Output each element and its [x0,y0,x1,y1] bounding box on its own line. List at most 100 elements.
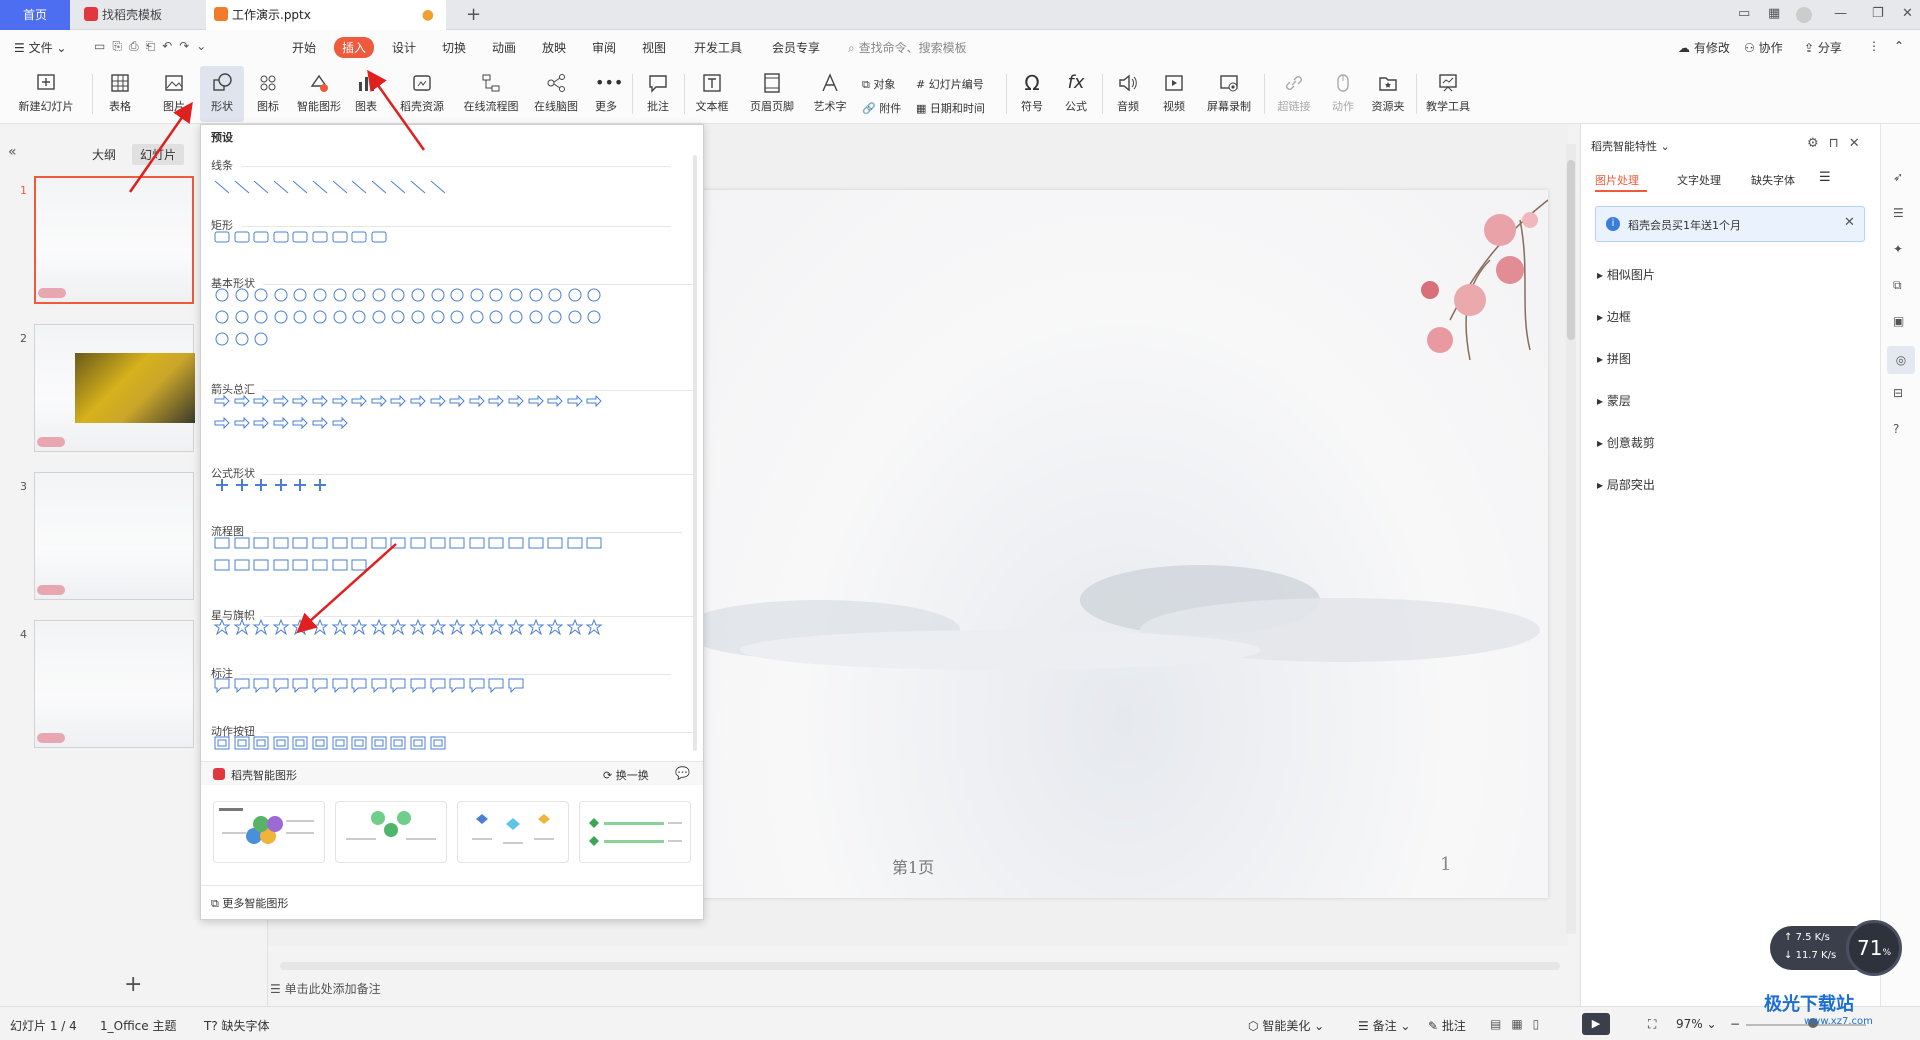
basic-shape-icon[interactable] [566,309,584,325]
line-shape-icon[interactable] [311,179,329,195]
star-shape-icon[interactable] [389,619,407,635]
flow-shape-icon[interactable] [389,535,407,551]
tab-text-processing[interactable]: 文字处理 [1677,172,1721,188]
slide-canvas[interactable]: 第1页 1 [700,190,1548,898]
docer-resource-button[interactable]: 稻壳资源 [396,66,448,122]
star-shape-icon[interactable] [331,619,349,635]
smart-shape-button[interactable]: 智能图形 [292,66,346,122]
view-switcher[interactable]: ▤▦▯ [1490,1017,1549,1031]
location-icon[interactable]: ◎ [1887,346,1915,374]
flow-shape-icon[interactable] [272,535,290,551]
item-border[interactable]: ▸ 边框 [1597,308,1631,325]
sliders-icon[interactable]: ☰ [1893,206,1909,222]
datetime-button[interactable]: ▦ 日期和时间 [916,100,985,116]
arrow-shape-icon[interactable] [468,393,486,409]
star-shape-icon[interactable] [487,619,505,635]
line-shape-icon[interactable] [429,179,447,195]
basic-shape-icon[interactable] [409,309,427,325]
book-icon[interactable]: ⊟ [1893,386,1909,402]
panel-controls[interactable]: ⚙⊓✕ [1807,136,1870,151]
layout-icon[interactable]: ▭ [1738,6,1750,21]
scrollbar-thumb[interactable] [1567,160,1575,340]
vertical-scrollbar[interactable] [1566,144,1576,934]
star-shape-icon[interactable] [585,619,603,635]
flow-shape-icon[interactable] [546,535,564,551]
callout-shape-icon[interactable] [409,677,427,693]
zoom-level[interactable]: 97% ⌄ [1676,1017,1717,1031]
rect-shape-icon[interactable] [370,229,388,245]
arrow-shape-icon[interactable] [389,393,407,409]
avatar[interactable] [1796,7,1812,23]
callout-shape-icon[interactable] [252,677,270,693]
arrow-shape-icon[interactable] [429,393,447,409]
tab-image-processing[interactable]: 图片处理 [1595,172,1639,188]
rect-shape-icon[interactable] [311,229,329,245]
flow-shape-icon[interactable] [311,557,329,573]
smart-template-card-1[interactable] [213,801,325,863]
arrow-shape-icon[interactable] [546,393,564,409]
line-shape-icon[interactable] [252,179,270,195]
flow-shape-icon[interactable] [291,535,309,551]
arrow-shape-icon[interactable] [252,415,270,431]
teaching-tool-button[interactable]: 教学工具 [1422,66,1474,122]
line-shape-icon[interactable] [389,179,407,195]
flow-shape-icon[interactable] [213,557,231,573]
eq-shape-icon[interactable] [272,477,290,493]
star-shape-icon[interactable] [409,619,427,635]
arrow-shape-icon[interactable] [272,393,290,409]
attachment-button[interactable]: 🔗 附件 [862,100,901,116]
shape-button[interactable]: 形状 [200,66,244,122]
callout-shape-icon[interactable] [311,677,329,693]
slide-thumbnail-2[interactable] [34,324,195,452]
callout-shape-icon[interactable] [487,677,505,693]
textbox-button[interactable]: 文本框 [690,66,734,122]
collapse-panel-icon[interactable]: « [8,144,17,160]
callout-shape-icon[interactable] [331,677,349,693]
menu-tab-review[interactable]: 审阅 [592,39,616,56]
basic-shape-icon[interactable] [566,287,584,303]
arrow-shape-icon[interactable] [331,415,349,431]
basic-shape-icon[interactable] [507,309,525,325]
action-shape-icon[interactable] [252,735,270,751]
basic-shape-icon[interactable] [252,309,270,325]
line-shape-icon[interactable] [350,179,368,195]
flow-shape-icon[interactable] [448,535,466,551]
close-icon[interactable]: ✕ [1902,6,1913,21]
table-button[interactable]: 表格 [98,66,142,122]
rocket-icon[interactable]: ➶ [1893,170,1909,186]
missing-font-button[interactable]: T? 缺失字体 [204,1017,270,1034]
flow-shape-icon[interactable] [291,557,309,573]
line-shape-icon[interactable] [291,179,309,195]
callout-shape-icon[interactable] [213,677,231,693]
callout-shape-icon[interactable] [291,677,309,693]
notes-toggle[interactable]: ☰ 备注 ⌄ [1358,1017,1410,1034]
basic-shape-icon[interactable] [252,331,270,347]
cpu-gauge[interactable]: 71% [1846,920,1902,976]
comment-button[interactable]: 批注 [640,66,676,122]
smart-template-card-3[interactable] [457,801,569,863]
basic-shape-icon[interactable] [370,309,388,325]
grid-icon[interactable]: ▦ [1768,6,1780,21]
pin-icon[interactable]: ✦ [1893,242,1909,258]
menu-tab-design[interactable]: 设计 [392,39,416,56]
action-shape-icon[interactable] [409,735,427,751]
callout-shape-icon[interactable] [370,677,388,693]
menu-tab-animation[interactable]: 动画 [492,39,516,56]
share-button[interactable]: ⇪ 分享 [1804,39,1842,56]
basic-shape-icon[interactable] [233,309,251,325]
arrow-shape-icon[interactable] [350,393,368,409]
callout-shape-icon[interactable] [389,677,407,693]
more-options-icon[interactable]: ⋮ [1868,39,1880,53]
copy-icon[interactable]: ⧉ [1893,278,1909,294]
object-button[interactable]: ⧉ 对象 [862,76,895,92]
flow-shape-icon[interactable] [487,535,505,551]
menu-tab-slideshow[interactable]: 放映 [542,39,566,56]
basic-shape-icon[interactable] [252,287,270,303]
rect-shape-icon[interactable] [213,229,231,245]
action-shape-icon[interactable] [389,735,407,751]
screen-record-button[interactable]: 屏幕录制 [1202,66,1256,122]
line-shape-icon[interactable] [233,179,251,195]
resource-folder-button[interactable]: 资源夹 [1366,66,1410,122]
star-shape-icon[interactable] [233,619,251,635]
basic-shape-icon[interactable] [448,287,466,303]
